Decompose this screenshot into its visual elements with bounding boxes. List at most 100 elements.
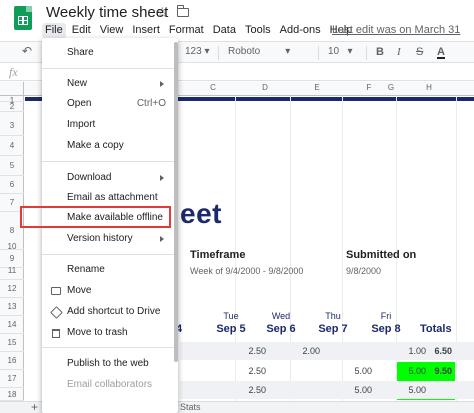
menu-label: Add shortcut to Drive	[67, 306, 161, 317]
row-header[interactable]: 18	[0, 388, 24, 401]
sheet-title[interactable]: eet	[180, 198, 222, 230]
number-format-select[interactable]: 123 ▾	[185, 46, 210, 57]
cell-total[interactable]: 6.50	[412, 346, 452, 356]
timeframe-label[interactable]: Timeframe	[190, 249, 245, 261]
select-all-corner[interactable]	[0, 82, 24, 96]
menu-label: New	[67, 78, 88, 89]
table-row[interactable]: 2.50 5.00 5.00 9.50	[180, 362, 474, 380]
row-header[interactable]: 6	[0, 176, 24, 194]
date-label[interactable]: Sep 8	[361, 323, 411, 335]
folder-move-icon	[51, 287, 61, 295]
row-header[interactable]: 10	[0, 238, 24, 256]
menu-format[interactable]: Format	[166, 23, 207, 39]
menu-rename[interactable]: Rename	[42, 261, 178, 279]
menu-tools[interactable]: Tools	[242, 23, 274, 39]
day-label[interactable]: Fri	[361, 311, 411, 321]
menu-label: Share	[67, 47, 94, 58]
font-select[interactable]: Roboto ▾	[228, 46, 290, 57]
cell[interactable]: 5.00	[332, 385, 372, 395]
last-edit-link[interactable]: Last edit was on March 31	[332, 24, 460, 36]
menu-open[interactable]: Open Ctrl+O	[42, 95, 178, 113]
menu-move-trash[interactable]: Move to trash	[42, 324, 178, 342]
menu-label: Move	[67, 285, 92, 296]
timeframe-value[interactable]: Week of 9/4/2000 - 9/8/2000	[190, 266, 303, 276]
column-header-c[interactable]: C	[203, 83, 223, 92]
strikethrough-icon[interactable]: S	[416, 46, 423, 58]
table-row[interactable]: 2.50 2.00 1.00 6.50	[180, 342, 474, 360]
font-select-label: Roboto	[228, 46, 261, 57]
menu-label: Download	[67, 172, 112, 183]
row-header[interactable]: 4	[0, 136, 24, 156]
bold-icon[interactable]: B	[376, 46, 384, 58]
totals-header[interactable]: Totals	[420, 323, 452, 335]
row-header[interactable]: 14	[0, 316, 24, 334]
menu-make-copy[interactable]: Make a copy	[42, 137, 178, 155]
cell-total[interactable]: 9.50	[412, 366, 452, 376]
row-header[interactable]: 13	[0, 298, 24, 316]
menubar: File Edit View Insert Format Data Tools …	[42, 23, 358, 39]
menu-download[interactable]: Download	[42, 169, 178, 187]
menu-insert[interactable]: Insert	[129, 23, 163, 39]
add-sheet-icon[interactable]: +	[31, 400, 38, 413]
menu-divider	[42, 254, 178, 255]
italic-icon[interactable]: I	[397, 46, 401, 58]
menu-version-history[interactable]: Version history	[42, 230, 178, 248]
menu-label: Email collaborators	[67, 379, 153, 390]
date-label[interactable]: Sep 5	[206, 323, 256, 335]
menu-share[interactable]: Share	[42, 44, 178, 62]
menu-addons[interactable]: Add-ons	[277, 23, 324, 39]
submitted-label[interactable]: Submitted on	[346, 249, 416, 261]
undo-icon[interactable]: ↶	[22, 44, 32, 58]
menu-scrollbar[interactable]	[174, 42, 178, 362]
menu-shortcut: Ctrl+O	[136, 98, 166, 109]
menu-view[interactable]: View	[97, 23, 127, 39]
menu-divider	[42, 161, 178, 162]
row-header[interactable]: 12	[0, 280, 24, 298]
sheet-tab[interactable]: Stats	[180, 402, 201, 412]
cell[interactable]: 2.00	[280, 346, 320, 356]
table-row[interactable]: 2.50 5.00 5.00	[180, 381, 474, 399]
menu-move[interactable]: Move	[42, 282, 178, 300]
cell[interactable]: 5.00	[386, 385, 426, 395]
day-label[interactable]: Tue	[206, 311, 256, 321]
star-icon[interactable]: ☆	[156, 4, 169, 21]
column-header-f[interactable]: F	[359, 83, 379, 92]
menu-email-attachment[interactable]: Email as attachment	[42, 189, 178, 207]
toolbar-divider	[218, 46, 219, 60]
day-label[interactable]: Thu	[308, 311, 358, 321]
cell[interactable]: 2.50	[226, 366, 266, 376]
row-header[interactable]: 2	[0, 102, 24, 112]
row-header[interactable]: 5	[0, 156, 24, 176]
row-header[interactable]: 16	[0, 352, 24, 370]
cell[interactable]: 2.50	[226, 385, 266, 395]
menu-label: Move to trash	[67, 327, 128, 338]
row-header[interactable]: 15	[0, 334, 24, 352]
day-label[interactable]: Wed	[256, 311, 306, 321]
sheets-logo-icon[interactable]	[14, 6, 32, 30]
column-header-d[interactable]: D	[255, 83, 275, 92]
font-size-select[interactable]: 10 ▾	[328, 46, 352, 57]
document-title[interactable]: Weekly time sheet	[46, 4, 168, 21]
folder-icon[interactable]	[176, 5, 189, 17]
menu-data[interactable]: Data	[210, 23, 239, 39]
text-color-icon[interactable]: A	[437, 46, 445, 59]
row-header[interactable]: 3	[0, 116, 24, 136]
date-label[interactable]: Sep 7	[308, 323, 358, 335]
cell[interactable]: 5.00	[332, 366, 372, 376]
column-header-e[interactable]: E	[307, 83, 327, 92]
column-header-h[interactable]: H	[419, 83, 439, 92]
menu-edit[interactable]: Edit	[69, 23, 94, 39]
menu-import[interactable]: Import	[42, 116, 178, 134]
column-header-g[interactable]: G	[381, 83, 401, 92]
menu-publish[interactable]: Publish to the web	[42, 355, 178, 373]
menu-new[interactable]: New	[42, 75, 178, 93]
row-header[interactable]: 11	[0, 262, 24, 280]
submenu-arrow-icon	[160, 175, 164, 181]
cell[interactable]: 2.50	[226, 346, 266, 356]
font-size-label: 10	[328, 46, 340, 57]
row-header[interactable]: 17	[0, 370, 24, 388]
menu-add-shortcut[interactable]: Add shortcut to Drive	[42, 303, 178, 321]
submitted-value[interactable]: 9/8/2000	[346, 266, 381, 276]
date-label[interactable]: Sep 6	[256, 323, 306, 335]
menu-file[interactable]: File	[42, 23, 66, 39]
